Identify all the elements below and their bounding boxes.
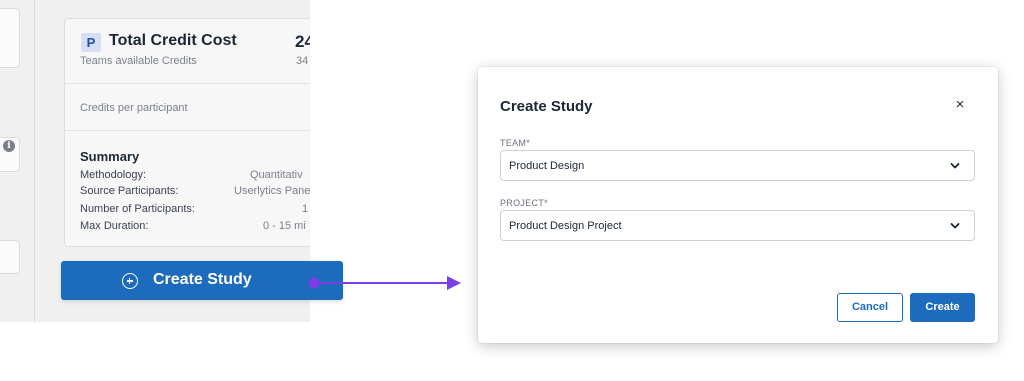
create-study-button-label: Create Study — [153, 271, 252, 288]
summary-key: Number of Participants: — [80, 203, 195, 215]
total-credit-card: P Total Credit Cost 24 Teams available C… — [64, 18, 310, 247]
info-icon[interactable]: i — [3, 140, 15, 152]
create-study-button[interactable]: Create Study — [61, 261, 343, 300]
team-select-value: Product Design — [509, 160, 585, 172]
left-card-bottom — [0, 240, 20, 274]
cancel-button[interactable]: Cancel — [837, 293, 903, 322]
available-credits-value: 34 — [296, 55, 309, 67]
summary-value: Userlytics Pane — [234, 185, 310, 197]
add-circle-icon — [122, 273, 138, 289]
connector-arrow — [308, 276, 461, 290]
chevron-down-icon — [950, 223, 960, 229]
summary-value: 1 — [302, 203, 309, 215]
summary-key: Methodology: — [80, 169, 147, 181]
divider — [65, 83, 310, 84]
create-study-modal: Create Study × TEAM* Product Design PROJ… — [478, 67, 998, 343]
summary-value: 0 - 15 mi — [263, 220, 306, 232]
plan-badge: P — [81, 33, 101, 52]
summary-title: Summary — [80, 149, 140, 164]
team-label: TEAM* — [500, 138, 531, 148]
close-icon[interactable]: × — [951, 96, 969, 114]
credit-card-subtitle: Teams available Credits — [80, 55, 197, 67]
project-label: PROJECT* — [500, 198, 548, 208]
credits-per-participant-label: Credits per participant — [80, 102, 188, 114]
arrow-head — [447, 276, 461, 290]
project-select[interactable]: Product Design Project — [500, 210, 975, 241]
left-card-top — [0, 8, 20, 68]
summary-value: Quantitativ — [250, 169, 303, 181]
summary-key: Source Participants: — [80, 185, 179, 197]
credit-total-value: 24 — [295, 32, 310, 51]
team-select[interactable]: Product Design — [500, 150, 975, 181]
modal-title: Create Study — [500, 98, 593, 115]
stage: i P Total Credit Cost 24 Teams available… — [0, 0, 1024, 381]
create-button[interactable]: Create — [910, 293, 975, 322]
chevron-down-icon — [950, 163, 960, 169]
column-divider — [34, 0, 35, 322]
credit-card-title: Total Credit Cost — [109, 32, 237, 49]
divider — [65, 130, 310, 131]
project-select-value: Product Design Project — [509, 220, 622, 232]
summary-key: Max Duration: — [80, 220, 149, 232]
